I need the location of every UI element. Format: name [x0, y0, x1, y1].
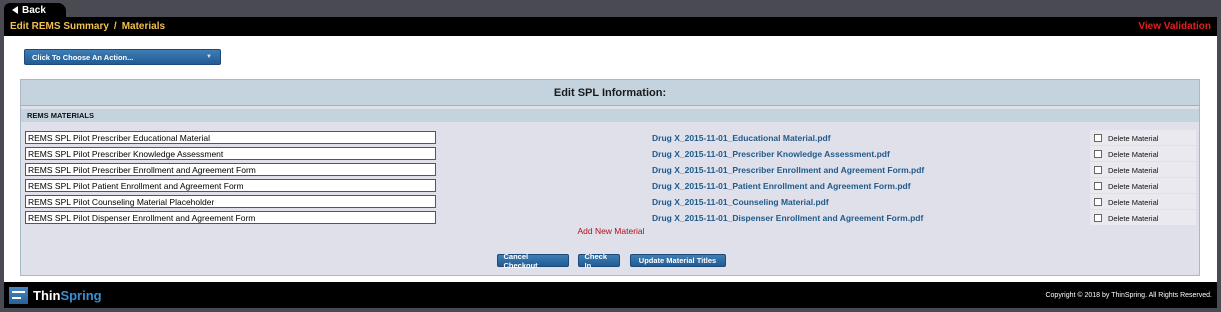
- delete-material-label: Delete Material: [1108, 214, 1159, 223]
- material-row: Drug X_2015-11-01_Prescriber Knowledge A…: [21, 146, 1199, 162]
- thinspring-logo: ThinSpring: [9, 286, 102, 304]
- material-title-input[interactable]: [25, 179, 436, 192]
- footer: ThinSpring Copyright © 2018 by ThinSprin…: [4, 282, 1217, 308]
- check-in-button[interactable]: Check In: [577, 252, 620, 270]
- delete-material-cell: Delete Material: [1090, 162, 1196, 177]
- material-title-input[interactable]: [25, 195, 436, 208]
- material-row: Drug X_2015-11-01_Educational Material.p…: [21, 130, 1199, 146]
- view-validation-link[interactable]: View Validation: [1138, 21, 1211, 32]
- delete-material-cell: Delete Material: [1090, 146, 1196, 161]
- cancel-checkout-button[interactable]: Cancel Checkout: [496, 252, 569, 270]
- materials-list: Drug X_2015-11-01_Educational Material.p…: [21, 130, 1199, 226]
- back-arrow-icon: [12, 6, 18, 14]
- delete-material-label: Delete Material: [1108, 150, 1159, 159]
- breadcrumb-separator: /: [113, 21, 117, 32]
- delete-material-checkbox[interactable]: [1094, 133, 1102, 142]
- material-file-link[interactable]: Drug X_2015-11-01_Prescriber Knowledge A…: [652, 149, 890, 159]
- material-title-input[interactable]: [25, 147, 436, 160]
- back-label: Back: [22, 5, 46, 16]
- material-row: Drug X_2015-11-01_Prescriber Enrollment …: [21, 162, 1199, 178]
- material-title-input[interactable]: [25, 163, 436, 176]
- delete-material-cell: Delete Material: [1090, 130, 1196, 145]
- header-bar: Edit REMS Summary / Materials View Validat…: [4, 17, 1217, 36]
- material-row: Drug X_2015-11-01_Patient Enrollment and…: [21, 178, 1199, 194]
- logo-text-spring: Spring: [60, 287, 102, 303]
- delete-material-label: Delete Material: [1108, 134, 1159, 143]
- edit-spl-panel: Edit SPL Information: REMS MATERIALS Dru…: [20, 79, 1200, 276]
- breadcrumb-materials: Materials: [121, 21, 166, 32]
- delete-material-cell: Delete Material: [1090, 194, 1196, 209]
- delete-material-label: Delete Material: [1108, 166, 1159, 175]
- material-row: Drug X_2015-11-01_Dispenser Enrollment a…: [21, 210, 1199, 226]
- chevron-down-icon: ▼: [206, 54, 212, 60]
- material-title-input[interactable]: [25, 131, 436, 144]
- breadcrumb-edit-rems-summary[interactable]: Edit REMS Summary: [10, 21, 109, 32]
- copyright-text: Copyright © 2018 by ThinSpring. All Righ…: [1045, 291, 1212, 299]
- update-material-titles-button[interactable]: Update Material Titles: [629, 254, 726, 267]
- add-new-material-link[interactable]: Add New Material: [21, 226, 1201, 236]
- delete-material-label: Delete Material: [1108, 198, 1159, 207]
- material-file-link[interactable]: Drug X_2015-11-01_Prescriber Enrollment …: [652, 165, 924, 175]
- action-dropdown-label: Click To Choose An Action...: [32, 52, 134, 62]
- delete-material-cell: Delete Material: [1090, 178, 1196, 193]
- panel-title: Edit SPL Information:: [21, 80, 1199, 106]
- material-file-link[interactable]: Drug X_2015-11-01_Patient Enrollment and…: [652, 181, 911, 191]
- delete-material-label: Delete Material: [1108, 182, 1159, 191]
- material-row: Drug X_2015-11-01_Counseling Material.pd…: [21, 194, 1199, 210]
- delete-material-checkbox[interactable]: [1094, 181, 1102, 190]
- main-content: Click To Choose An Action... ▼ Edit SPL …: [4, 36, 1217, 282]
- delete-material-checkbox[interactable]: [1094, 197, 1102, 206]
- material-file-link[interactable]: Drug X_2015-11-01_Educational Material.p…: [652, 133, 831, 143]
- material-title-input[interactable]: [25, 211, 436, 224]
- button-row: Cancel Checkout Check In Update Material…: [21, 252, 1201, 270]
- breadcrumb: Edit REMS Summary / Materials: [10, 21, 165, 32]
- material-file-link[interactable]: Drug X_2015-11-01_Dispenser Enrollment a…: [652, 213, 923, 223]
- delete-material-cell: Delete Material: [1090, 210, 1196, 225]
- delete-material-checkbox[interactable]: [1094, 165, 1102, 174]
- action-dropdown[interactable]: Click To Choose An Action... ▼: [24, 49, 221, 65]
- logo-text-thin: Thin: [33, 287, 61, 303]
- thinspring-logo-icon: [9, 286, 28, 304]
- section-label: REMS MATERIALS: [21, 109, 1199, 122]
- delete-material-checkbox[interactable]: [1094, 149, 1102, 158]
- back-button[interactable]: Back: [4, 3, 66, 18]
- material-file-link[interactable]: Drug X_2015-11-01_Counseling Material.pd…: [652, 197, 829, 207]
- delete-material-checkbox[interactable]: [1094, 213, 1102, 222]
